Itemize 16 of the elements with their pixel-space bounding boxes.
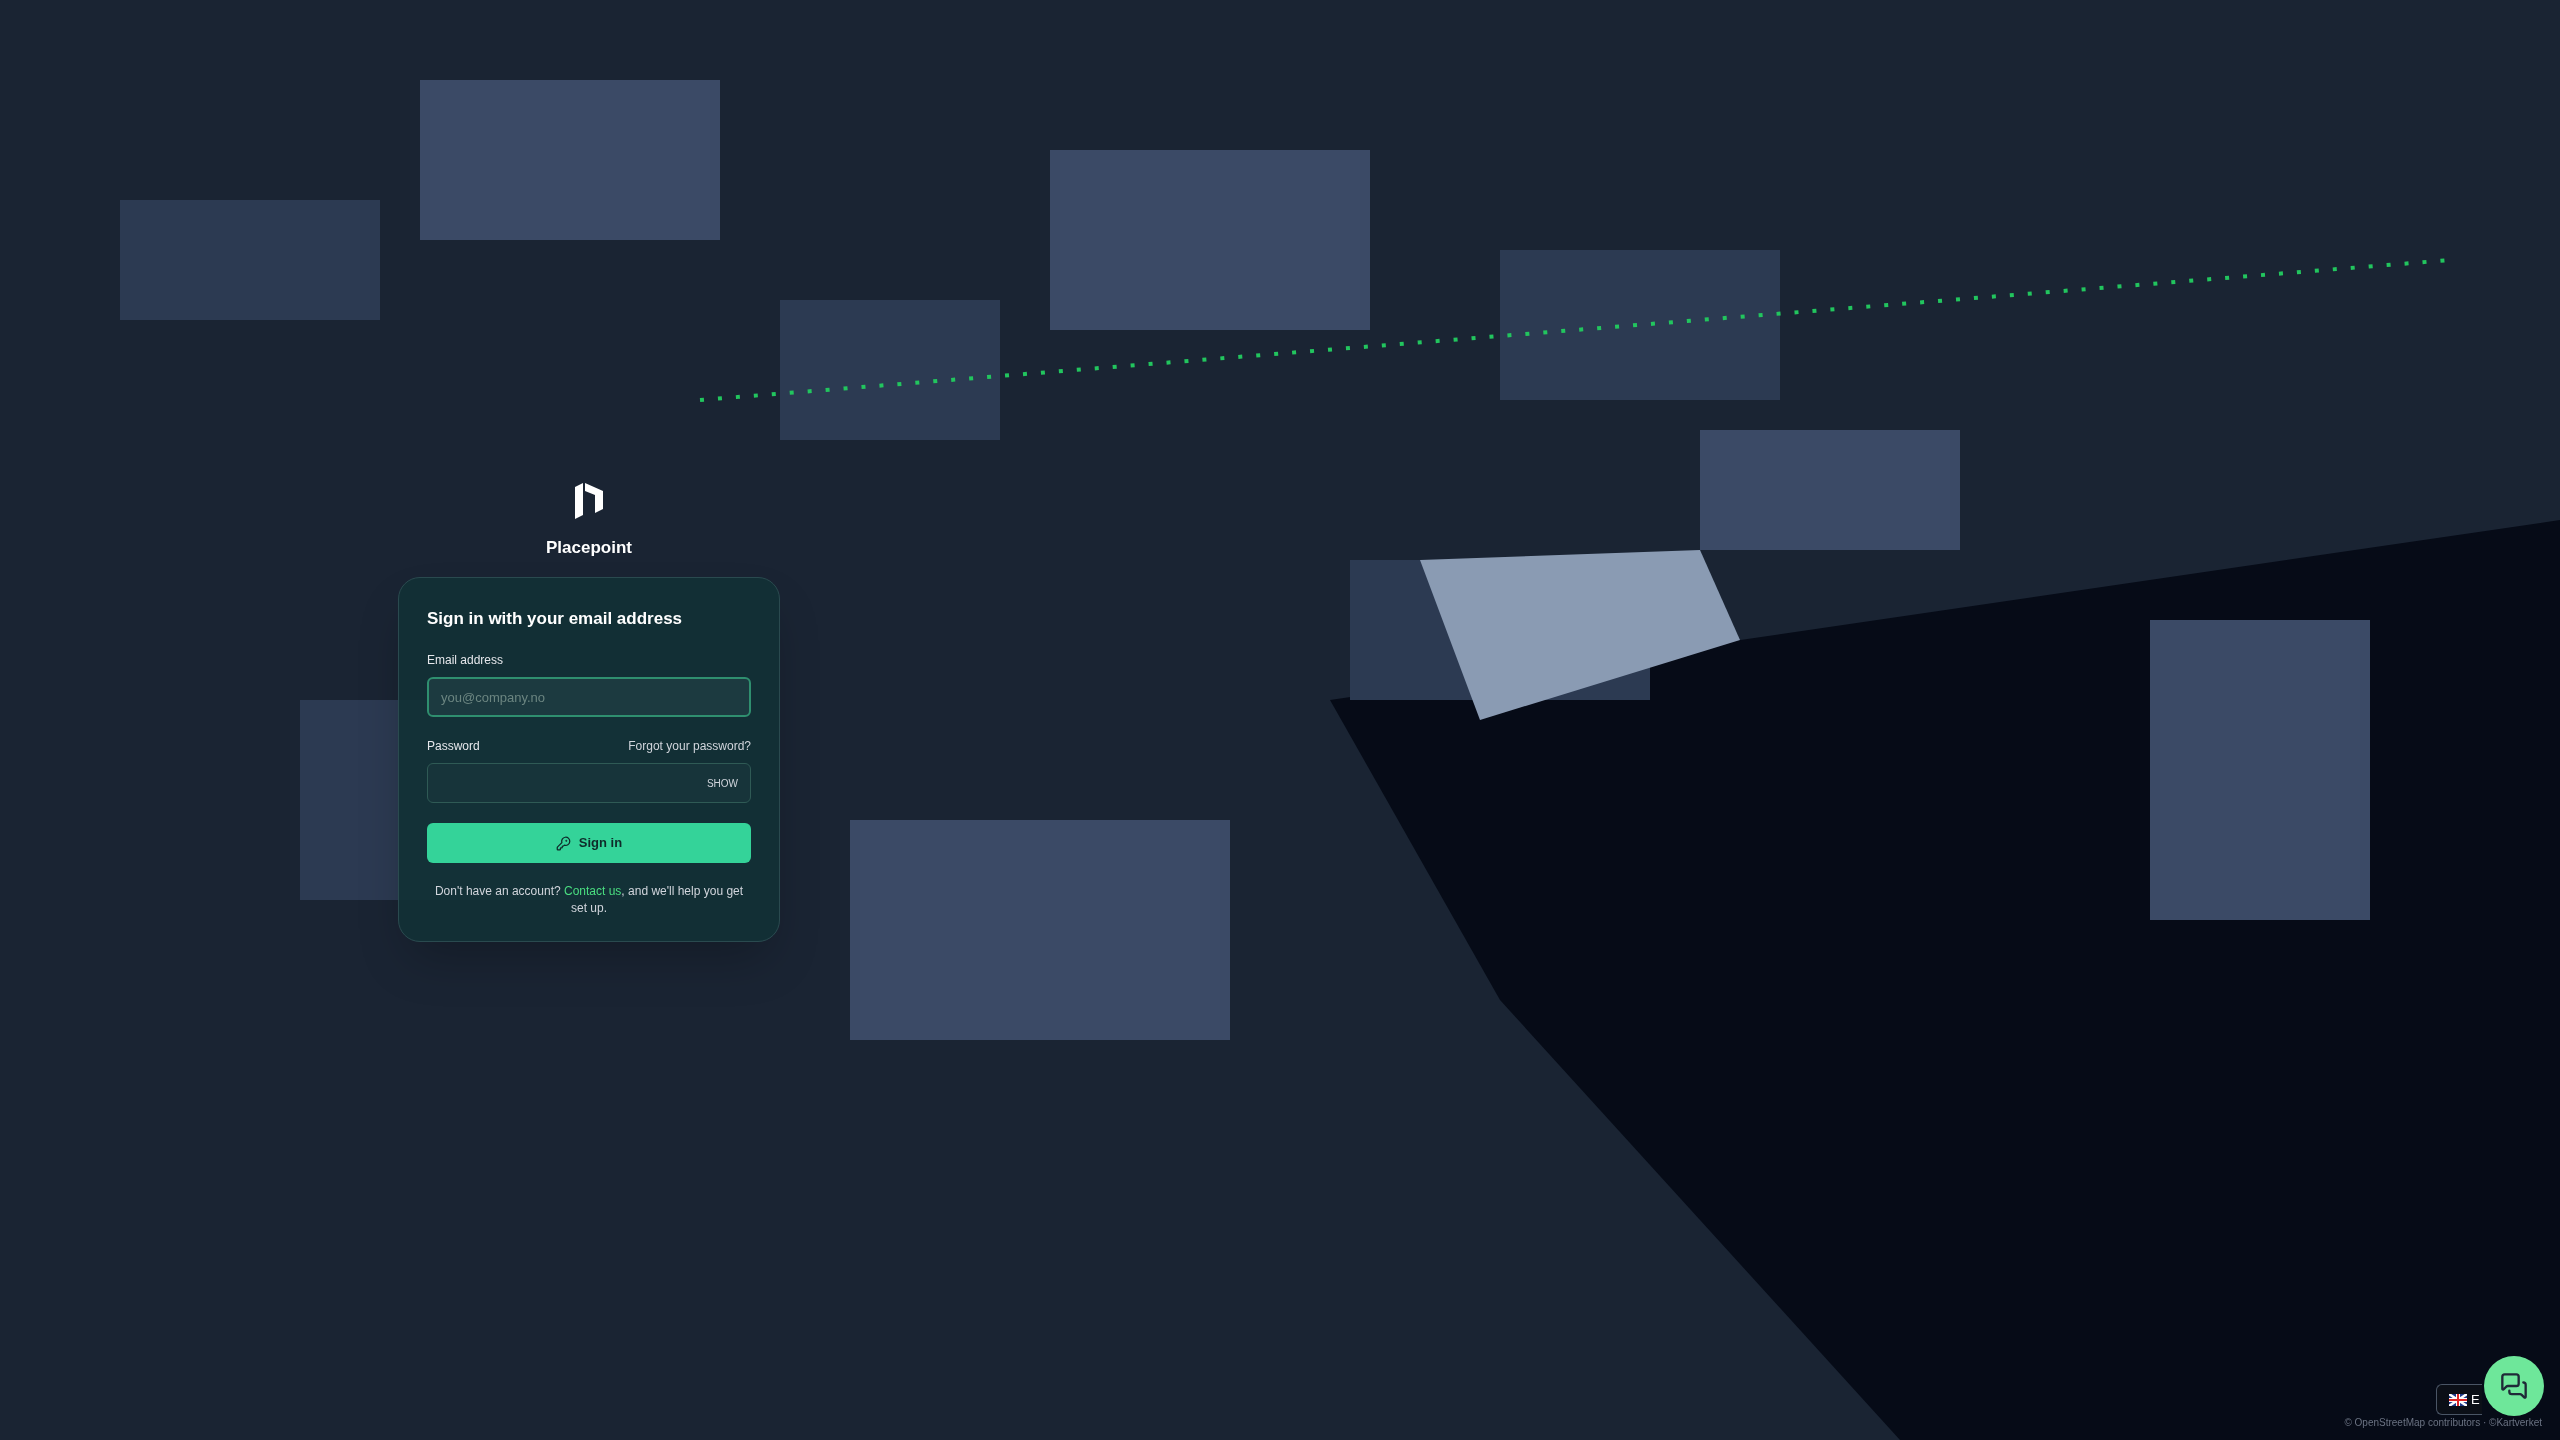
map-attribution: © OpenStreetMap contributors · ©Kartverket — [2344, 1416, 2542, 1430]
brand-name: Placepoint — [546, 537, 632, 559]
forgot-password-link[interactable]: Forgot your password? — [628, 737, 751, 755]
language-selector[interactable]: E — [2436, 1384, 2482, 1415]
password-field[interactable]: SHOW — [427, 763, 751, 803]
signup-prompt: Don't have an account? Contact us, and we'll help you get set up. — [433, 883, 745, 917]
sign-in-button[interactable]: Sign in — [427, 823, 751, 863]
card-title: Sign in with your email address — [427, 607, 684, 630]
chat-icon — [2500, 1372, 2528, 1400]
email-field[interactable]: you@company.no — [427, 677, 751, 717]
key-icon — [555, 835, 571, 851]
flag-icon — [2449, 1393, 2467, 1406]
email-label: Email address — [427, 652, 505, 669]
language-label: E — [2471, 1390, 2480, 1409]
show-password-button[interactable]: SHOW — [706, 775, 738, 791]
password-label: Password — [427, 738, 480, 755]
